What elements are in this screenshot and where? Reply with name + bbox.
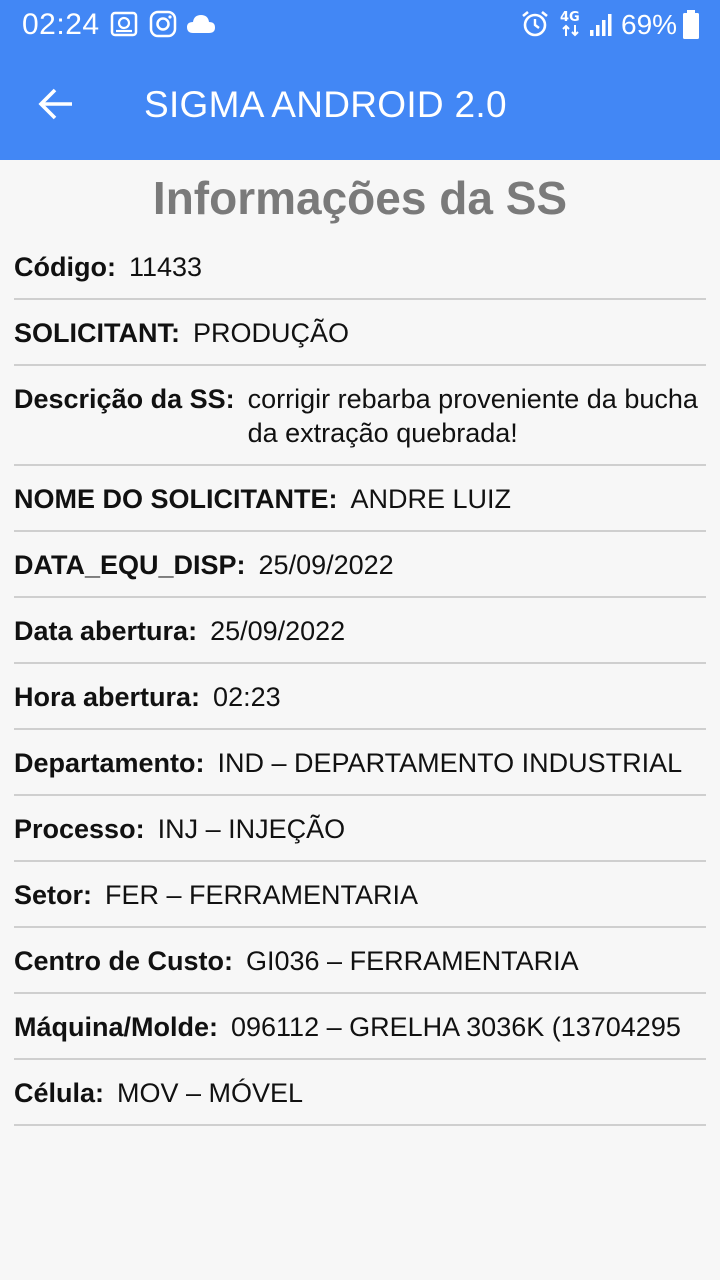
back-arrow-icon [38,88,74,125]
app-title: SIGMA ANDROID 2.0 [144,84,507,125]
field-label: Setor: [14,880,93,910]
field-label: Descrição da SS: [14,384,235,414]
field-label: Departamento: [14,748,205,778]
page-title: Informações da SS [152,172,568,224]
field-row-hora-abertura: Hora abertura: 02:23 [14,664,706,730]
field-row-processo: Processo: INJ – INJEÇÃO [14,796,706,862]
field-row-nome-solicitante: NOME DO SOLICITANTE: ANDRE LUIZ [14,466,706,532]
field-value: 25/09/2022 [210,616,346,646]
field-label: Processo: [14,814,145,844]
field-value: 02:23 [213,682,281,712]
alarm-icon [520,9,550,44]
field-value: IND – DEPARTAMENTO INDUSTRIAL [217,748,683,778]
gallery-icon [110,10,138,43]
field-label: Código: [14,252,116,282]
fields-list: Código: 11433 SOLICITANT: PRODUÇÃO Descr… [0,234,720,1126]
svg-text:4G: 4G [560,10,580,25]
field-value: MOV – MÓVEL [117,1078,304,1108]
field-label: Hora abertura: [14,682,201,712]
field-label: Máquina/Molde: [14,1012,218,1042]
field-label: NOME DO SOLICITANTE: [14,484,338,514]
field-row-centro-de-custo: Centro de Custo: GI036 – FERRAMENTARIA [14,928,706,994]
field-value: PRODUÇÃO [192,318,349,348]
signal-icon [588,12,614,43]
ss-info-screen[interactable]: Informações da SS Código: 11433 SOLICITA… [0,160,720,1280]
field-row-data-abertura: Data abertura: 25/09/2022 [14,598,706,664]
field-value: ANDRE LUIZ [350,484,512,514]
status-time: 02:24 [22,8,100,41]
battery-percent: 69% [621,9,678,40]
back-button[interactable] [30,82,82,130]
app-bar: SIGMA ANDROID 2.0 [0,50,720,160]
field-label: Centro de Custo: [14,946,233,976]
field-value: 25/09/2022 [258,550,394,580]
field-row-setor: Setor: FER – FERRAMENTARIA [14,862,706,928]
field-value: FER – FERRAMENTARIA [105,880,419,910]
field-label: SOLICITANT: [14,318,180,348]
field-row-data-equ-disp: DATA_EQU_DISP: 25/09/2022 [14,532,706,598]
battery-icon [682,10,700,45]
instagram-icon [149,10,177,43]
field-row-codigo: Código: 11433 [14,234,706,300]
field-row-departamento: Departamento: IND – DEPARTAMENTO INDUSTR… [14,730,706,796]
field-label: Data abertura: [14,616,198,646]
field-value: corrigir rebarba proveniente da bucha da… [247,384,698,448]
field-row-maquina-molde: Máquina/Molde: 096112 – GRELHA 3036K (13… [14,994,706,1060]
cloud-icon [186,13,216,40]
field-value: INJ – INJEÇÃO [157,814,346,844]
field-value: GI036 – FERRAMENTARIA [246,946,579,976]
field-value: 11433 [128,252,203,282]
field-row-descricao: Descrição da SS: corrigir rebarba proven… [14,366,706,466]
field-label: Célula: [14,1078,105,1108]
field-label: DATA_EQU_DISP: [14,550,246,580]
status-bar: 02:24 4G 69% [0,0,720,50]
network-4g-icon: 4G [558,8,584,45]
field-row-celula: Célula: MOV – MÓVEL [14,1060,706,1126]
field-value: 096112 – GRELHA 3036K (13704295 [231,1012,681,1042]
field-row-solicitant: SOLICITANT: PRODUÇÃO [14,300,706,366]
